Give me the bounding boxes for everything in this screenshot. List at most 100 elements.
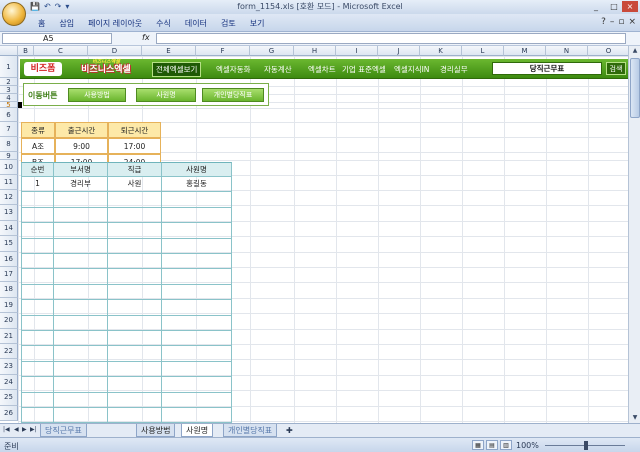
table-cell[interactable] xyxy=(54,269,108,285)
search-button[interactable]: 검색 xyxy=(606,62,626,75)
sheet-tab-employee[interactable]: 사원명 xyxy=(181,424,214,437)
ribbon-tab[interactable]: 보기 xyxy=(250,18,265,29)
ribbon-close-icon[interactable]: × xyxy=(628,17,636,27)
bizform-logo[interactable]: 비즈폼 xyxy=(24,62,62,76)
office-button[interactable] xyxy=(2,2,26,26)
maximize-button[interactable]: □ xyxy=(606,1,622,12)
scroll-up-icon[interactable]: ▲ xyxy=(629,46,640,56)
row-header[interactable]: 9 xyxy=(0,152,18,160)
row-header[interactable]: 20 xyxy=(0,313,18,329)
table-cell[interactable] xyxy=(21,361,54,378)
table-cell[interactable] xyxy=(162,361,232,378)
business-excel-logo[interactable]: 비즈니스엑셀 비즈니스엑셀 xyxy=(66,59,146,78)
scroll-down-icon[interactable]: ▼ xyxy=(629,413,640,423)
first-sheet-icon[interactable]: |◀ xyxy=(3,426,10,433)
ribbon-tab[interactable]: 검토 xyxy=(221,18,236,29)
ribbon-minimize-icon[interactable]: – xyxy=(610,17,615,27)
table-cell[interactable] xyxy=(108,269,162,285)
row-header[interactable]: 22 xyxy=(0,344,18,360)
corner-select-all[interactable] xyxy=(0,46,18,56)
table-cell[interactable] xyxy=(21,254,54,270)
row-header[interactable]: 13 xyxy=(0,205,18,221)
table-cell[interactable] xyxy=(162,223,232,239)
table-cell[interactable] xyxy=(162,269,232,285)
table-cell[interactable] xyxy=(162,331,232,347)
row-header[interactable]: 14 xyxy=(0,220,18,237)
usage-button[interactable]: 사용방법 xyxy=(68,88,126,102)
table-cell[interactable] xyxy=(108,346,162,362)
row-header[interactable]: 3 xyxy=(0,86,18,94)
name-box[interactable]: A5 xyxy=(2,33,112,44)
table-cell[interactable] xyxy=(162,284,232,301)
search-input[interactable]: 당직근무표 xyxy=(492,62,602,75)
employee-name-button[interactable]: 사원명 xyxy=(136,88,196,102)
column-header[interactable]: G xyxy=(250,46,294,56)
table-cell[interactable] xyxy=(54,284,108,301)
table-cell[interactable] xyxy=(162,377,232,393)
row-header[interactable]: 2 xyxy=(0,78,18,86)
fx-icon[interactable]: fx xyxy=(142,33,150,42)
column-header[interactable]: B xyxy=(18,46,34,56)
prev-sheet-icon[interactable]: ◀ xyxy=(14,426,19,433)
normal-view-icon[interactable]: ▦ xyxy=(472,440,484,450)
table-cell[interactable] xyxy=(108,392,162,408)
row-header[interactable]: 7 xyxy=(0,122,18,137)
zoom-slider-thumb[interactable] xyxy=(584,441,588,450)
table-cell[interactable] xyxy=(21,408,54,423)
table-cell[interactable] xyxy=(162,408,232,423)
page-break-view-icon[interactable]: ▥ xyxy=(500,440,512,450)
ribbon-tab[interactable]: 수식 xyxy=(156,18,171,29)
table-cell[interactable] xyxy=(54,207,108,224)
column-header[interactable]: K xyxy=(420,46,462,56)
row-header[interactable]: 23 xyxy=(0,359,18,375)
table-cell[interactable] xyxy=(108,300,162,316)
table-cell[interactable] xyxy=(54,331,108,347)
sheet-tab-personal[interactable]: 개인별당직표 xyxy=(223,424,278,437)
selected-cell[interactable] xyxy=(18,102,22,108)
column-header[interactable]: I xyxy=(336,46,378,56)
table-cell[interactable] xyxy=(108,361,162,378)
table-cell[interactable] xyxy=(108,254,162,270)
table-cell[interactable] xyxy=(21,269,54,285)
next-sheet-icon[interactable]: ▶ xyxy=(22,426,27,433)
last-sheet-icon[interactable]: ▶| xyxy=(30,426,37,433)
table-cell[interactable] xyxy=(54,346,108,362)
table-cell[interactable] xyxy=(108,377,162,393)
column-header[interactable]: H xyxy=(294,46,336,56)
table-cell[interactable] xyxy=(21,346,54,362)
row-header[interactable]: 11 xyxy=(0,175,18,190)
worksheet-grid[interactable]: BCDEFGHIJKLMNO 1 2 3 4 5 6 7 8 9 10 11 12 13 14 15 16 17… xyxy=(0,46,628,423)
zoom-level[interactable]: 100% xyxy=(516,441,539,450)
sheet-tab-duty[interactable]: 당직근무표 xyxy=(40,424,87,437)
table-cell[interactable] xyxy=(21,300,54,316)
shift-cell[interactable]: 17:00 xyxy=(108,138,161,154)
sheet-tab-usage[interactable]: 사용방법 xyxy=(136,424,176,437)
ribbon-tab[interactable]: 데이터 xyxy=(185,18,207,29)
formula-input[interactable] xyxy=(156,33,626,44)
row-header[interactable]: 10 xyxy=(0,160,18,175)
table-cell[interactable] xyxy=(162,192,232,208)
column-header[interactable]: E xyxy=(142,46,196,56)
banner-menu-item[interactable]: 기업 표준엑셀 xyxy=(342,64,386,75)
column-header[interactable]: L xyxy=(462,46,504,56)
ribbon-tab[interactable]: 페이지 레이아웃 xyxy=(88,18,142,29)
table-cell[interactable] xyxy=(54,192,108,208)
table-cell[interactable] xyxy=(54,238,108,254)
insert-sheet-icon[interactable]: ✚ xyxy=(286,426,293,435)
table-cell[interactable] xyxy=(162,254,232,270)
page-layout-view-icon[interactable]: ▤ xyxy=(486,440,498,450)
banner-menu-item[interactable]: 자동계산 xyxy=(264,64,292,75)
banner-menu-item[interactable]: 경리실무 xyxy=(440,64,468,75)
column-header[interactable]: C xyxy=(34,46,88,56)
row-header[interactable]: 6 xyxy=(0,108,18,122)
table-cell[interactable]: 1 xyxy=(21,177,54,193)
personal-duty-button[interactable]: 개인별당직표 xyxy=(202,88,264,102)
table-cell[interactable] xyxy=(108,331,162,347)
banner-menu-item[interactable]: 엑셀차트 xyxy=(308,64,336,75)
table-cell[interactable] xyxy=(108,192,162,208)
banner-menu-item[interactable]: 엑셀지식IN xyxy=(394,64,429,75)
column-header[interactable]: F xyxy=(196,46,250,56)
table-cell[interactable] xyxy=(21,238,54,254)
table-cell[interactable]: 홍길동 xyxy=(162,177,232,193)
table-cell[interactable] xyxy=(54,300,108,316)
